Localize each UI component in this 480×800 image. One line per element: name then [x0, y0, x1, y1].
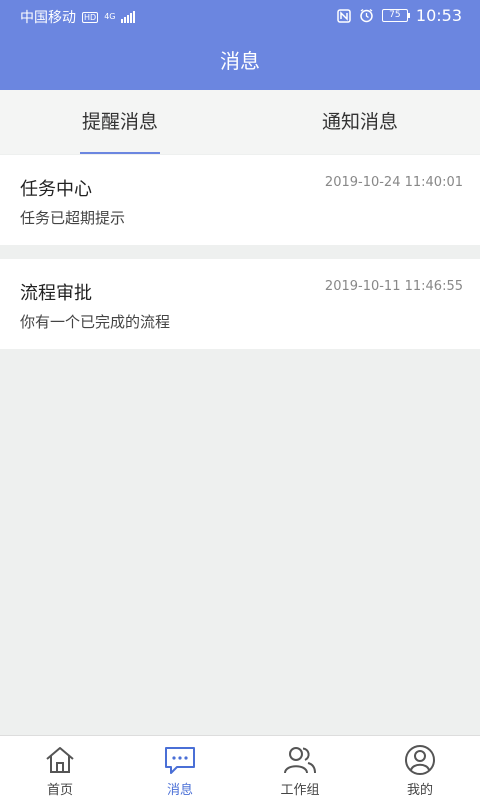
message-item-process-approval[interactable]: 流程审批 2019-10-11 11:46:55 你有一个已完成的流程 [0, 259, 480, 349]
nav-label: 我的 [406, 783, 433, 798]
tab-notification-messages[interactable]: 通知消息 [240, 90, 480, 154]
nav-label: 工作组 [280, 783, 320, 798]
nav-label: 首页 [46, 783, 73, 798]
home-icon [46, 747, 74, 773]
nfc-icon [337, 8, 351, 23]
tab-bar: 提醒消息 通知消息 [0, 90, 480, 154]
message-description: 你有一个已完成的流程 [20, 313, 171, 331]
battery-icon: 75 [381, 9, 410, 22]
message-icon [165, 747, 195, 774]
page-title: 消息 [0, 32, 480, 90]
message-time: 2019-10-24 11:40:01 [324, 175, 463, 190]
group-icon [284, 747, 316, 774]
nav-item-profile[interactable]: 我的 [360, 736, 480, 800]
clock: 10:53 [415, 6, 462, 25]
message-description: 任务已超期提示 [20, 209, 126, 227]
hd-badge: HD [82, 11, 99, 23]
nav-item-workgroup[interactable]: 工作组 [240, 736, 360, 800]
nav-label: 消息 [166, 783, 193, 798]
network-type: 4G [104, 12, 116, 21]
carrier-name: 中国移动 [20, 10, 76, 26]
alarm-icon [360, 8, 373, 23]
bottom-nav: 首页 消息 工作组 我的 [0, 735, 480, 800]
message-title: 流程审批 [20, 283, 92, 304]
message-title: 任务中心 [20, 179, 92, 200]
nav-item-messages[interactable]: 消息 [120, 736, 240, 800]
message-time: 2019-10-11 11:46:55 [324, 279, 463, 294]
profile-icon [405, 745, 435, 775]
status-bar: 中国移动 HD 4G 75 10:53 [0, 0, 480, 32]
nav-item-home[interactable]: 首页 [0, 736, 120, 800]
signal-icon [121, 11, 136, 23]
message-item-task-center[interactable]: 任务中心 2019-10-24 11:40:01 任务已超期提示 [0, 155, 480, 245]
tab-reminder-messages[interactable]: 提醒消息 [0, 90, 240, 154]
